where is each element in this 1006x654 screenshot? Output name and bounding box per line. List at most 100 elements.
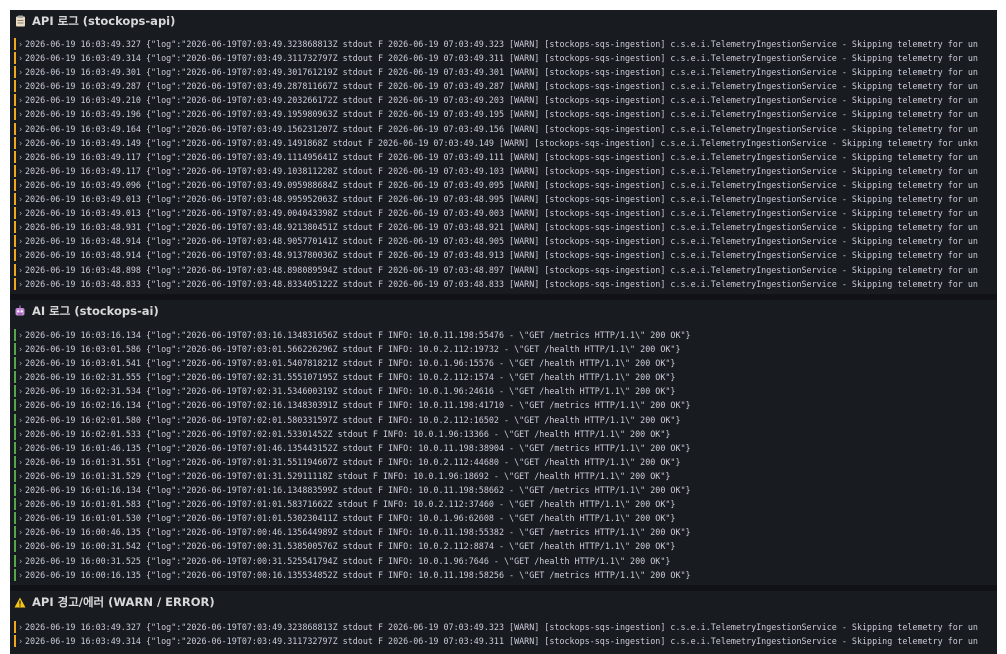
log-row[interactable]: › 2026-06-19 16:03:01.586 {"log":"2026-06… [14, 342, 997, 356]
expand-chevron-icon[interactable]: › [18, 620, 23, 634]
dashboard-frame: API 로그 (stockops-api) › 2026-06-19 16:03:… [10, 10, 997, 654]
panel-header[interactable]: API 로그 (stockops-api) [10, 10, 997, 32]
log-row[interactable]: › 2026-06-19 16:03:49.096 {"log":"2026-06… [14, 178, 997, 192]
log-row[interactable]: › 2026-06-19 16:03:49.210 {"log":"2026-06… [14, 93, 997, 107]
log-row[interactable]: › 2026-06-19 16:03:49.314 {"log":"2026-06… [14, 634, 997, 648]
expand-chevron-icon[interactable]: › [18, 65, 23, 79]
log-row[interactable]: › 2026-06-19 16:03:49.149 {"log":"2026-06… [14, 136, 997, 150]
log-row[interactable]: › 2026-06-19 16:03:49.287 {"log":"2026-06… [14, 79, 997, 93]
log-line-text: 2026-06-19 16:01:16.134 {"log":"2026-06-… [25, 485, 691, 496]
log-line-text: 2026-06-19 16:03:48.914 {"log":"2026-06-… [25, 250, 978, 261]
log-row[interactable]: › 2026-06-19 16:03:49.196 {"log":"2026-06… [14, 107, 997, 121]
log-row[interactable]: › 2026-06-19 16:00:31.525 {"log":"2026-06… [14, 554, 997, 568]
log-row[interactable]: › 2026-06-19 16:02:31.534 {"log":"2026-06… [14, 384, 997, 398]
log-row[interactable]: › 2026-06-19 16:01:46.135 {"log":"2026-06… [14, 441, 997, 455]
expand-chevron-icon[interactable]: › [18, 441, 23, 455]
expand-chevron-icon[interactable]: › [18, 455, 23, 469]
expand-chevron-icon[interactable]: › [18, 164, 23, 178]
expand-chevron-icon[interactable]: › [18, 483, 23, 497]
log-row[interactable]: › 2026-06-19 16:03:48.914 {"log":"2026-06… [14, 234, 997, 248]
expand-chevron-icon[interactable]: › [18, 107, 23, 121]
log-row[interactable]: › 2026-06-19 16:02:01.580 {"log":"2026-06… [14, 413, 997, 427]
expand-chevron-icon[interactable]: › [18, 342, 23, 356]
log-row[interactable]: › 2026-06-19 16:03:49.327 {"log":"2026-06… [14, 37, 997, 51]
expand-chevron-icon[interactable]: › [18, 568, 23, 582]
expand-chevron-icon[interactable]: › [18, 150, 23, 164]
log-row[interactable]: › 2026-06-19 16:03:49.117 {"log":"2026-06… [14, 164, 997, 178]
expand-chevron-icon[interactable]: › [18, 328, 23, 342]
expand-chevron-icon[interactable]: › [18, 178, 23, 192]
log-line-text: 2026-06-19 16:00:16.135 {"log":"2026-06-… [25, 569, 691, 580]
expand-chevron-icon[interactable]: › [18, 469, 23, 483]
log-row[interactable]: › 2026-06-19 16:02:31.555 {"log":"2026-06… [14, 370, 997, 384]
log-level-indicator [14, 108, 16, 121]
log-list[interactable]: › 2026-06-19 16:03:49.327 {"log":"2026-06… [14, 620, 997, 654]
log-list[interactable]: › 2026-06-19 16:03:49.327 {"log":"2026-06… [14, 37, 997, 290]
log-row[interactable]: › 2026-06-19 16:01:31.529 {"log":"2026-06… [14, 469, 997, 483]
log-level-indicator [14, 413, 16, 426]
expand-chevron-icon[interactable]: › [18, 234, 23, 248]
log-line-text: 2026-06-19 16:03:49.013 {"log":"2026-06-… [25, 194, 978, 205]
expand-chevron-icon[interactable]: › [18, 497, 23, 511]
log-row[interactable]: › 2026-06-19 16:03:48.914 {"log":"2026-06… [14, 248, 997, 262]
log-row[interactable]: › 2026-06-19 16:01:01.530 {"log":"2026-06… [14, 511, 997, 525]
expand-chevron-icon[interactable]: › [18, 539, 23, 553]
expand-chevron-icon[interactable]: › [18, 525, 23, 539]
panel-header[interactable]: API 경고/에러 (WARN / ERROR) [10, 591, 997, 613]
expand-chevron-icon[interactable]: › [18, 263, 23, 277]
log-line-text: 2026-06-19 16:03:49.096 {"log":"2026-06-… [25, 179, 978, 190]
log-row[interactable]: › 2026-06-19 16:03:49.164 {"log":"2026-06… [14, 122, 997, 136]
expand-chevron-icon[interactable]: › [18, 277, 23, 290]
expand-chevron-icon[interactable]: › [18, 37, 23, 51]
expand-chevron-icon[interactable]: › [18, 51, 23, 65]
expand-chevron-icon[interactable]: › [18, 634, 23, 648]
expand-chevron-icon[interactable]: › [18, 356, 23, 370]
log-row[interactable]: › 2026-06-19 16:01:01.583 {"log":"2026-06… [14, 497, 997, 511]
log-row[interactable]: › 2026-06-19 16:03:49.327 {"log":"2026-06… [14, 620, 997, 634]
log-level-indicator [14, 568, 16, 581]
expand-chevron-icon[interactable]: › [18, 136, 23, 150]
log-row[interactable]: › 2026-06-19 16:02:16.134 {"log":"2026-06… [14, 398, 997, 412]
log-row[interactable]: › 2026-06-19 16:03:49.013 {"log":"2026-06… [14, 206, 997, 220]
log-level-indicator [14, 469, 16, 482]
log-row[interactable]: › 2026-06-19 16:03:49.013 {"log":"2026-06… [14, 192, 997, 206]
log-row[interactable]: › 2026-06-19 16:00:31.542 {"log":"2026-06… [14, 539, 997, 553]
log-row[interactable]: › 2026-06-19 16:01:31.551 {"log":"2026-06… [14, 455, 997, 469]
log-level-indicator [14, 122, 16, 135]
expand-chevron-icon[interactable]: › [18, 122, 23, 136]
expand-chevron-icon[interactable]: › [18, 398, 23, 412]
log-level-indicator [14, 193, 16, 206]
log-row[interactable]: › 2026-06-19 16:01:16.134 {"log":"2026-06… [14, 483, 997, 497]
log-row[interactable]: › 2026-06-19 16:00:46.135 {"log":"2026-06… [14, 525, 997, 539]
expand-chevron-icon[interactable]: › [18, 248, 23, 262]
expand-chevron-icon[interactable]: › [18, 220, 23, 234]
log-row[interactable]: › 2026-06-19 16:03:48.898 {"log":"2026-06… [14, 263, 997, 277]
expand-chevron-icon[interactable]: › [18, 427, 23, 441]
log-row[interactable]: › 2026-06-19 16:00:16.135 {"log":"2026-06… [14, 568, 997, 582]
log-row[interactable]: › 2026-06-19 16:03:49.117 {"log":"2026-06… [14, 150, 997, 164]
expand-chevron-icon[interactable]: › [18, 192, 23, 206]
expand-chevron-icon[interactable]: › [18, 370, 23, 384]
log-level-indicator [14, 38, 16, 50]
panel-header[interactable]: AI 로그 (stockops-ai) [10, 300, 997, 322]
expand-chevron-icon[interactable]: › [18, 79, 23, 93]
expand-chevron-icon[interactable]: › [18, 384, 23, 398]
log-row[interactable]: › 2026-06-19 16:03:49.314 {"log":"2026-06… [14, 51, 997, 65]
log-row[interactable]: › 2026-06-19 16:03:16.134 {"log":"2026-06… [14, 328, 997, 342]
log-level-indicator [14, 635, 16, 648]
expand-chevron-icon[interactable]: › [18, 93, 23, 107]
expand-chevron-icon[interactable]: › [18, 206, 23, 220]
log-row[interactable]: › 2026-06-19 16:03:48.931 {"log":"2026-06… [14, 220, 997, 234]
log-line-text: 2026-06-19 16:01:31.551 {"log":"2026-06-… [25, 456, 681, 467]
expand-chevron-icon[interactable]: › [18, 554, 23, 568]
log-level-indicator [14, 164, 16, 177]
log-row[interactable]: › 2026-06-19 16:03:01.541 {"log":"2026-06… [14, 356, 997, 370]
log-row[interactable]: › 2026-06-19 16:03:48.833 {"log":"2026-06… [14, 277, 997, 290]
expand-chevron-icon[interactable]: › [18, 511, 23, 525]
log-row[interactable]: › 2026-06-19 16:02:01.533 {"log":"2026-06… [14, 427, 997, 441]
log-list[interactable]: › 2026-06-19 16:03:16.134 {"log":"2026-06… [14, 328, 997, 582]
panel-api-logs: API 로그 (stockops-api) › 2026-06-19 16:03:… [10, 10, 997, 294]
log-row[interactable]: › 2026-06-19 16:03:49.301 {"log":"2026-06… [14, 65, 997, 79]
log-line-text: 2026-06-19 16:03:49.210 {"log":"2026-06-… [25, 95, 978, 106]
expand-chevron-icon[interactable]: › [18, 413, 23, 427]
